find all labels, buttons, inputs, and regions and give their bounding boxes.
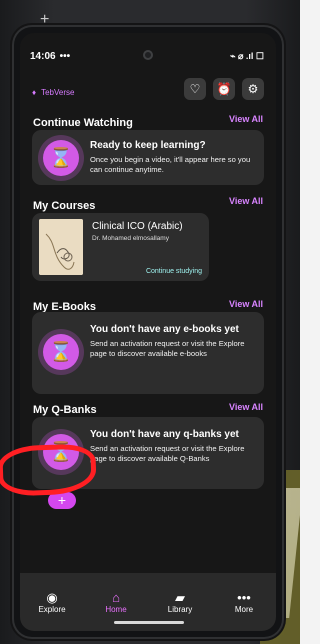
continue-card-title: Ready to keep learning? xyxy=(90,140,206,151)
course-instructor: Dr. Mohamed elmosallamy xyxy=(92,235,169,242)
settings-button[interactable]: ⚙ xyxy=(242,78,264,100)
front-camera xyxy=(143,50,153,60)
qbanks-view-all-link[interactable]: View All xyxy=(229,402,263,412)
more-icon: ••• xyxy=(237,590,251,605)
my-courses-title: My Courses xyxy=(33,200,96,212)
status-icons: ⌁ ⌀ .ıl ☐ xyxy=(230,50,264,61)
hourglass-icon: ⌛ xyxy=(43,140,79,176)
favorites-button[interactable]: ♡ xyxy=(184,78,206,100)
nav-more[interactable]: ••• More xyxy=(217,590,271,614)
background-plus-mark: + xyxy=(40,11,50,28)
my-qbanks-title: My Q-Banks xyxy=(33,404,97,416)
ebooks-card-title: You don't have any e-books yet xyxy=(90,324,239,335)
nav-home[interactable]: ⌂ Home xyxy=(89,590,143,614)
gesture-bar xyxy=(114,621,184,624)
nav-more-label: More xyxy=(234,605,254,614)
nav-library[interactable]: ▰ Library xyxy=(153,590,207,614)
ebooks-view-all-link[interactable]: View All xyxy=(229,299,263,309)
compass-icon: ◉ xyxy=(46,590,58,605)
courses-view-all-link[interactable]: View All xyxy=(229,196,263,206)
continue-watching-card[interactable]: ⌛ Ready to keep learning? Once you begin… xyxy=(32,130,264,185)
heart-icon: ♡ xyxy=(189,82,201,96)
ebooks-card-body: Send an activation request or visit the … xyxy=(90,339,245,358)
course-title: Clinical ICO (Arabic) xyxy=(92,221,183,232)
continue-studying-link[interactable]: Continue studying xyxy=(146,268,202,275)
continue-card-body: Once you begin a video, it'll appear her… xyxy=(90,155,251,174)
course-thumbnail-art xyxy=(39,219,83,275)
app-screen: 14:06 ••• ⌁ ⌀ .ıl ☐ ♦ TebVerse ♡ ⏰ ⚙ Con… xyxy=(20,33,276,631)
ebooks-empty-card[interactable]: ⌛ You don't have any e-books yet Send an… xyxy=(32,312,264,394)
brand-label: TebVerse xyxy=(41,88,75,97)
qbanks-card-body: Send an activation request or visit the … xyxy=(90,444,245,463)
notifications-button[interactable]: ⏰ xyxy=(213,78,235,100)
course-thumbnail xyxy=(39,219,83,275)
continue-view-all-link[interactable]: View All xyxy=(229,114,263,124)
qbanks-card-title: You don't have any q-banks yet xyxy=(90,429,239,440)
continue-watching-title: Continue Watching xyxy=(33,117,133,129)
phone-frame: 14:06 ••• ⌁ ⌀ .ıl ☐ ♦ TebVerse ♡ ⏰ ⚙ Con… xyxy=(14,27,282,637)
home-icon: ⌂ xyxy=(112,590,120,605)
course-card[interactable]: Clinical ICO (Arabic) Dr. Mohamed elmosa… xyxy=(32,213,209,281)
status-time: 14:06 xyxy=(30,50,56,62)
nav-explore-label: Explore xyxy=(38,605,66,614)
folder-icon: ▰ xyxy=(175,590,185,605)
nav-library-label: Library xyxy=(167,605,193,614)
alarm-icon: ⏰ xyxy=(216,82,232,96)
hourglass-icon: ⌛ xyxy=(43,334,79,370)
nav-home-label: Home xyxy=(105,605,127,614)
header-actions: ♡ ⏰ ⚙ xyxy=(184,78,264,100)
brand-header: ♦ TebVerse xyxy=(32,88,74,97)
photo-background: + 14:06 ••• ⌁ ⌀ .ıl ☐ ♦ TebVerse ♡ ⏰ ⚙ C… xyxy=(0,0,300,644)
brand-icon: ♦ xyxy=(32,88,37,97)
status-dots: ••• xyxy=(59,50,71,62)
nav-explore[interactable]: ◉ Explore xyxy=(25,590,79,614)
gear-icon: ⚙ xyxy=(247,82,259,96)
